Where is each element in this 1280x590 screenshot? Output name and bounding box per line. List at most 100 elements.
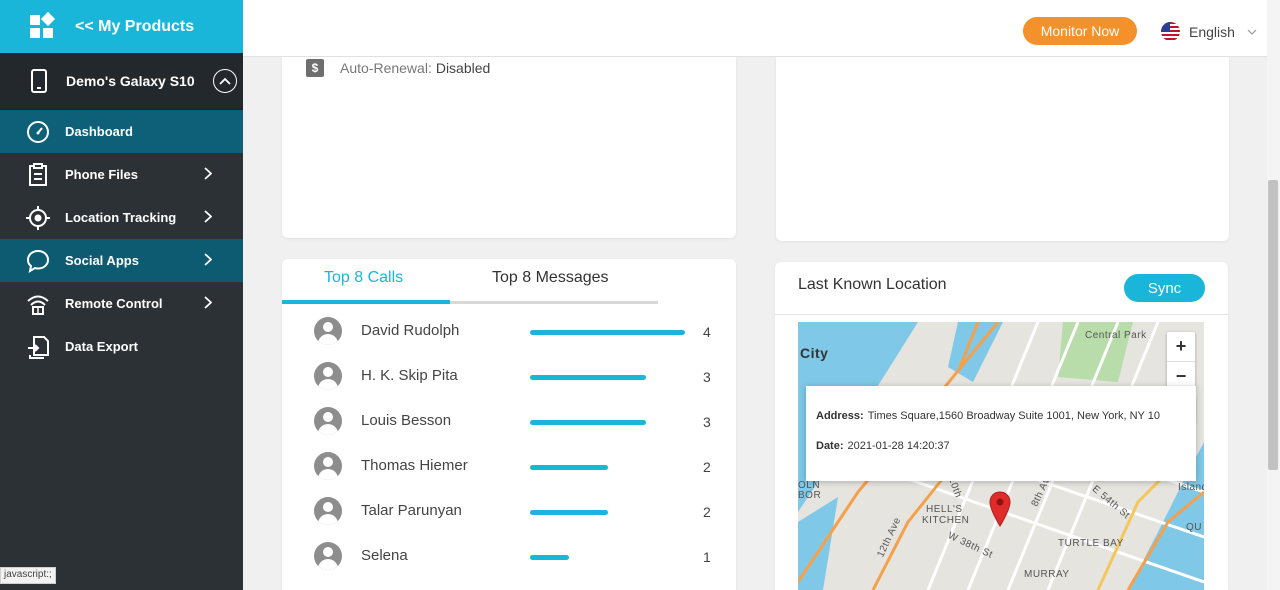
sidebar-item-label: Phone Files	[65, 167, 138, 182]
chevron-right-icon	[204, 296, 212, 309]
sidebar-item-label: Remote Control	[65, 296, 163, 311]
phone-icon	[31, 69, 47, 93]
us-flag-icon	[1161, 22, 1180, 41]
table-row[interactable]: David Rudolph 4	[282, 310, 736, 355]
map-label-hells: HELL'S	[926, 504, 963, 515]
language-selector[interactable]: English	[1161, 22, 1257, 41]
table-row[interactable]: Talar Parunyan 2	[282, 490, 736, 535]
tab-top-calls[interactable]: Top 8 Calls	[324, 269, 403, 287]
contact-name: Selena	[361, 547, 408, 564]
my-products-link[interactable]: << My Products	[0, 0, 243, 53]
map-label-qu: QU	[1186, 522, 1202, 533]
brand-title: << My Products	[75, 17, 195, 35]
chevron-right-icon	[204, 210, 212, 223]
date-label: Date:	[816, 440, 844, 452]
map-label-island: Island	[1178, 482, 1204, 493]
sidebar-item-data-export[interactable]: Data Export	[0, 325, 243, 368]
language-label: English	[1189, 23, 1235, 40]
date-value: 2021-01-28 14:20:37	[847, 440, 950, 452]
sidebar-item-dashboard[interactable]: Dashboard	[0, 110, 243, 153]
chevron-up-icon[interactable]	[212, 69, 237, 93]
address-value: Times Square,1560 Broadway Suite 1001, N…	[867, 410, 1160, 422]
contact-name: Thomas Hiemer	[361, 457, 468, 474]
contact-name: H. K. Skip Pita	[361, 367, 458, 384]
top-contacts-card: Top 8 Calls Top 8 Messages David Rudolph…	[282, 259, 736, 590]
wifi-signal-icon	[26, 292, 50, 316]
table-row[interactable]: H. K. Skip Pita 3	[282, 355, 736, 400]
zoom-in-icon[interactable]: +	[1167, 332, 1195, 361]
avatar-icon	[314, 317, 342, 345]
call-count-bar	[530, 510, 608, 515]
table-row[interactable]: Louis Besson 3	[282, 400, 736, 445]
call-count: 2	[703, 459, 711, 475]
auto-renewal-value: Disabled	[435, 60, 491, 76]
contacts-tabs: Top 8 Calls Top 8 Messages	[282, 259, 736, 306]
chevron-right-icon	[204, 253, 212, 266]
device-name: Demo's Galaxy S10	[66, 73, 195, 89]
gauge-icon	[26, 120, 50, 144]
map-label-city: City	[800, 345, 829, 361]
map-label-central-park: Central Park	[1085, 330, 1147, 341]
tab-underline	[450, 301, 658, 304]
map-pin-icon[interactable]	[989, 491, 1011, 527]
subscription-card: $ Auto-Renewal: Disabled	[282, 57, 736, 238]
auto-renewal-row: $ Auto-Renewal: Disabled	[306, 59, 490, 77]
call-count: 4	[703, 324, 711, 340]
apps-grid-icon	[30, 11, 56, 39]
chevron-down-icon	[1247, 29, 1257, 35]
divider	[775, 314, 1228, 315]
call-count-bar	[530, 465, 608, 470]
call-count-bar	[530, 375, 646, 380]
location-info-popup: Address: Times Square,1560 Broadway Suite…	[806, 386, 1196, 481]
device-selector[interactable]: Demo's Galaxy S10	[0, 53, 243, 110]
active-tab-indicator	[282, 300, 450, 304]
sidebar-item-phone-files[interactable]: Phone Files	[0, 153, 243, 196]
contact-name: David Rudolph	[361, 322, 460, 339]
call-count-bar	[530, 555, 569, 560]
chat-bubble-icon	[26, 249, 50, 273]
clipboard-icon	[26, 162, 50, 187]
map-zoom-control: + −	[1167, 332, 1195, 390]
auto-renewal-label: Auto-Renewal:	[340, 60, 432, 76]
call-count: 1	[703, 549, 711, 565]
avatar-icon	[314, 407, 342, 435]
avatar-icon	[314, 542, 342, 570]
export-icon	[26, 335, 50, 359]
contact-name: Louis Besson	[361, 412, 452, 429]
location-card-title: Last Known Location	[798, 276, 947, 293]
map-label-bor: BOR	[798, 490, 822, 501]
browser-status-bar: javascript:;	[0, 567, 56, 584]
sidebar-item-label: Dashboard	[65, 124, 133, 139]
map-label-turtle-bay: TURTLE BAY	[1058, 538, 1124, 549]
avatar-icon	[314, 452, 342, 480]
avatar-icon	[314, 497, 342, 525]
date-line: Date: 2021-01-28 14:20:37	[816, 440, 950, 452]
sync-button[interactable]: Sync	[1124, 274, 1205, 302]
table-row[interactable]: Selena 1	[282, 535, 736, 580]
dollar-icon: $	[306, 59, 324, 77]
target-icon	[26, 205, 50, 230]
call-count-bar	[530, 420, 646, 425]
map-label-kitchen: KITCHEN	[922, 515, 970, 526]
map-label-murray: MURRAY	[1024, 569, 1070, 580]
avatar-icon	[314, 362, 342, 390]
table-row[interactable]: Thomas Hiemer 2	[282, 445, 736, 490]
sidebar: << My Products Demo's Galaxy S10 Dashboa…	[0, 0, 243, 590]
sidebar-item-social-apps[interactable]: Social Apps	[0, 239, 243, 282]
scrollbar-thumb[interactable]	[1268, 180, 1278, 470]
monitor-now-button[interactable]: Monitor Now	[1023, 17, 1137, 45]
sidebar-item-location-tracking[interactable]: Location Tracking	[0, 196, 243, 239]
tab-top-messages[interactable]: Top 8 Messages	[492, 269, 609, 287]
chevron-right-icon	[204, 167, 212, 180]
address-label: Address:	[816, 410, 864, 422]
sidebar-item-label: Data Export	[65, 339, 138, 354]
call-count: 2	[703, 504, 711, 520]
sidebar-item-remote-control[interactable]: Remote Control	[0, 282, 243, 325]
call-count: 3	[703, 414, 711, 430]
sidebar-item-label: Location Tracking	[65, 210, 177, 225]
overview-card	[776, 57, 1229, 241]
call-count: 3	[703, 369, 711, 385]
address-line: Address: Times Square,1560 Broadway Suite…	[816, 410, 1160, 422]
call-count-bar	[530, 330, 685, 335]
sidebar-item-label: Social Apps	[65, 253, 139, 268]
